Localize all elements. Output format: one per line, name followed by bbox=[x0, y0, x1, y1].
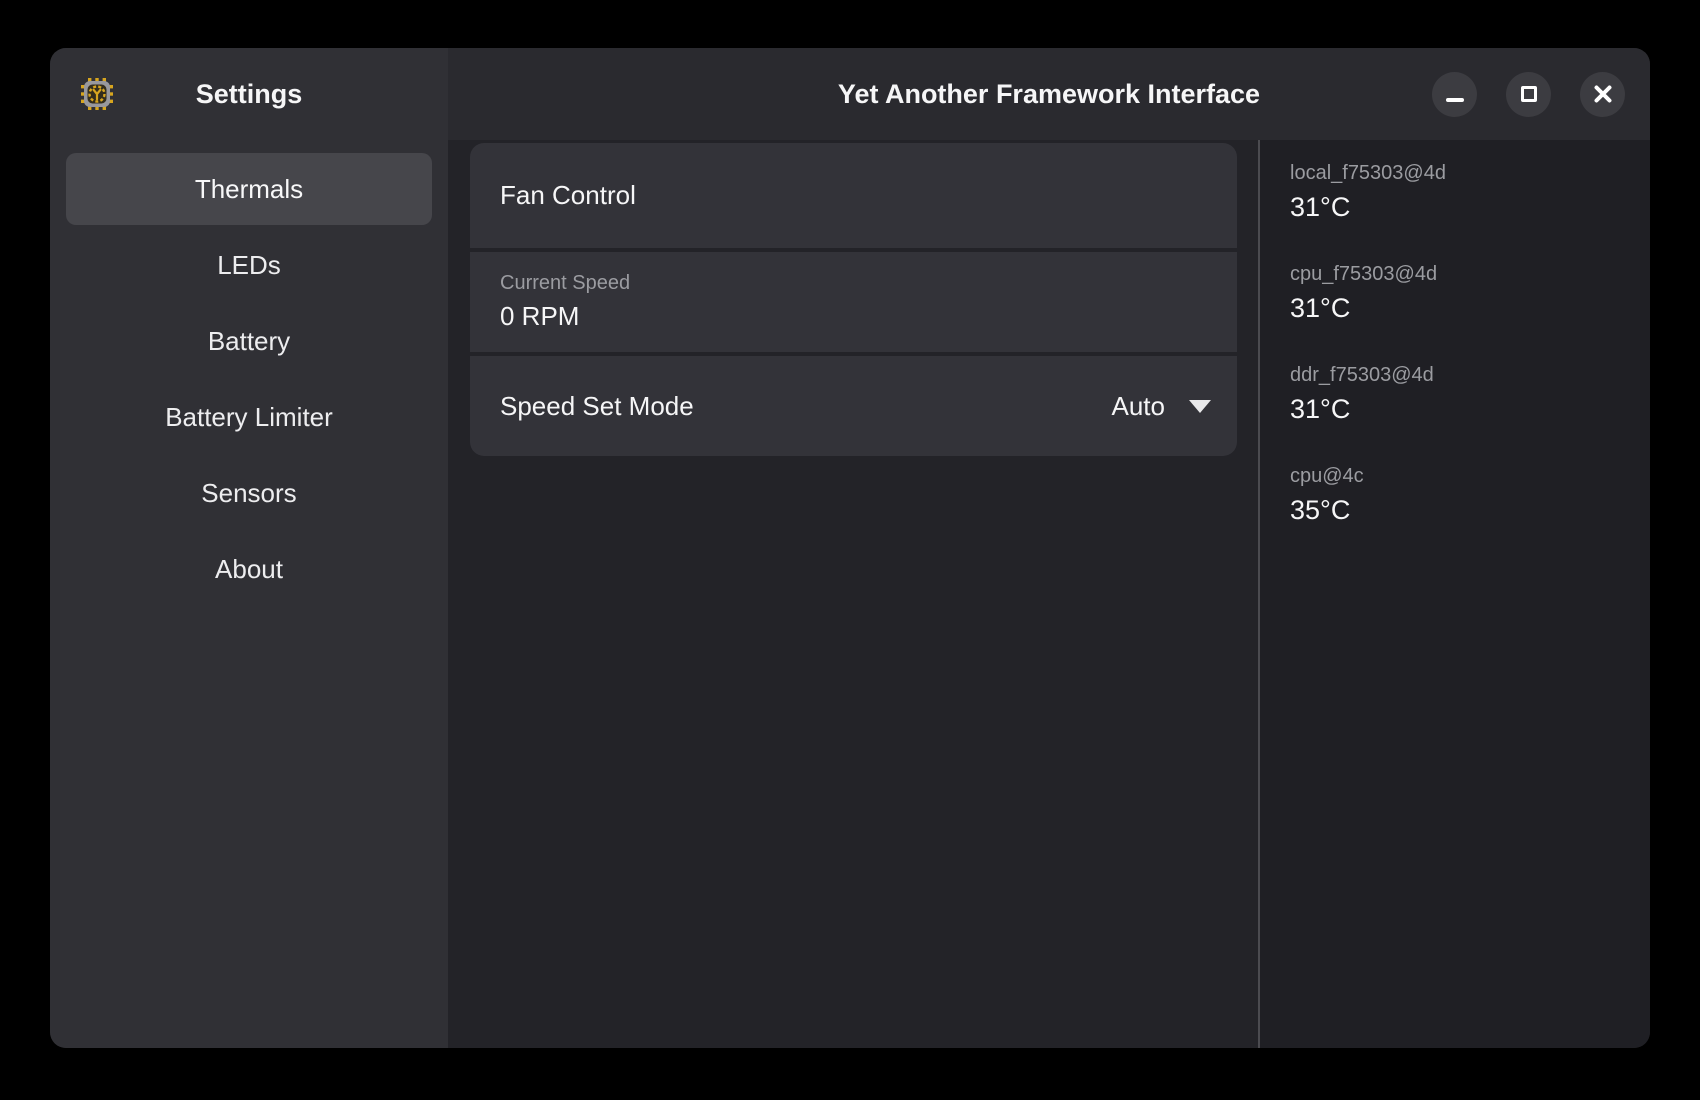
speed-set-mode-row: Speed Set Mode Auto bbox=[470, 356, 1237, 456]
fan-control-title: Fan Control bbox=[500, 180, 636, 211]
current-speed-label: Current Speed bbox=[500, 272, 1237, 295]
headerbar: Yet Another Framework Interface bbox=[448, 48, 1650, 140]
fan-control-card: Fan Control Current Speed 0 RPM Speed Se… bbox=[470, 143, 1237, 456]
minimize-icon bbox=[1446, 98, 1464, 102]
sensor-name: cpu@4c bbox=[1290, 465, 1630, 488]
maximize-icon bbox=[1521, 86, 1537, 102]
close-icon bbox=[1591, 82, 1615, 106]
sensor-item: cpu@4c 35°C bbox=[1290, 465, 1630, 526]
sidebar-item-sensors[interactable]: Sensors bbox=[66, 457, 432, 529]
main-area: Yet Another Framework Interface bbox=[448, 48, 1650, 1048]
sensor-value: 31°C bbox=[1290, 394, 1630, 425]
sensor-name: cpu_f75303@4d bbox=[1290, 263, 1630, 286]
sensor-value: 31°C bbox=[1290, 293, 1630, 324]
sidebar-item-thermals[interactable]: Thermals bbox=[66, 153, 432, 225]
sensor-name: local_f75303@4d bbox=[1290, 162, 1630, 185]
sidebar-item-battery[interactable]: Battery bbox=[66, 305, 432, 377]
current-speed-value: 0 RPM bbox=[500, 301, 1237, 332]
chevron-down-icon bbox=[1189, 400, 1211, 413]
sidebar-header: Settings bbox=[50, 48, 448, 140]
sensor-item: local_f75303@4d 31°C bbox=[1290, 162, 1630, 223]
sidebar-nav: Thermals LEDs Battery Battery Limiter Se… bbox=[66, 153, 432, 605]
current-speed-row: Current Speed 0 RPM bbox=[470, 252, 1237, 352]
speed-set-mode-label: Speed Set Mode bbox=[500, 391, 694, 422]
close-button[interactable] bbox=[1580, 72, 1625, 117]
window-title: Yet Another Framework Interface bbox=[838, 79, 1260, 110]
sidebar: Settings Thermals LEDs Battery Battery L… bbox=[50, 48, 448, 1048]
sensor-item: cpu_f75303@4d 31°C bbox=[1290, 263, 1630, 324]
speed-set-mode-value: Auto bbox=[1112, 391, 1166, 422]
speed-set-mode-dropdown[interactable]: Auto bbox=[1112, 391, 1212, 422]
sensor-value: 35°C bbox=[1290, 495, 1630, 526]
window-controls bbox=[1432, 48, 1625, 140]
sensor-name: ddr_f75303@4d bbox=[1290, 364, 1630, 387]
maximize-button[interactable] bbox=[1506, 72, 1551, 117]
sensor-item: ddr_f75303@4d 31°C bbox=[1290, 364, 1630, 425]
sidebar-item-battery-limiter[interactable]: Battery Limiter bbox=[66, 381, 432, 453]
fan-control-header-row: Fan Control bbox=[470, 143, 1237, 248]
sidebar-item-about[interactable]: About bbox=[66, 533, 432, 605]
app-window: Settings Thermals LEDs Battery Battery L… bbox=[50, 48, 1650, 1048]
sensors-panel: local_f75303@4d 31°C cpu_f75303@4d 31°C … bbox=[1258, 140, 1650, 1048]
content-area: Fan Control Current Speed 0 RPM Speed Se… bbox=[448, 140, 1258, 1048]
sensor-value: 31°C bbox=[1290, 192, 1630, 223]
chip-gear-icon bbox=[80, 77, 114, 111]
sidebar-title: Settings bbox=[196, 79, 303, 110]
sidebar-item-leds[interactable]: LEDs bbox=[66, 229, 432, 301]
body-row: Fan Control Current Speed 0 RPM Speed Se… bbox=[448, 140, 1650, 1048]
minimize-button[interactable] bbox=[1432, 72, 1477, 117]
